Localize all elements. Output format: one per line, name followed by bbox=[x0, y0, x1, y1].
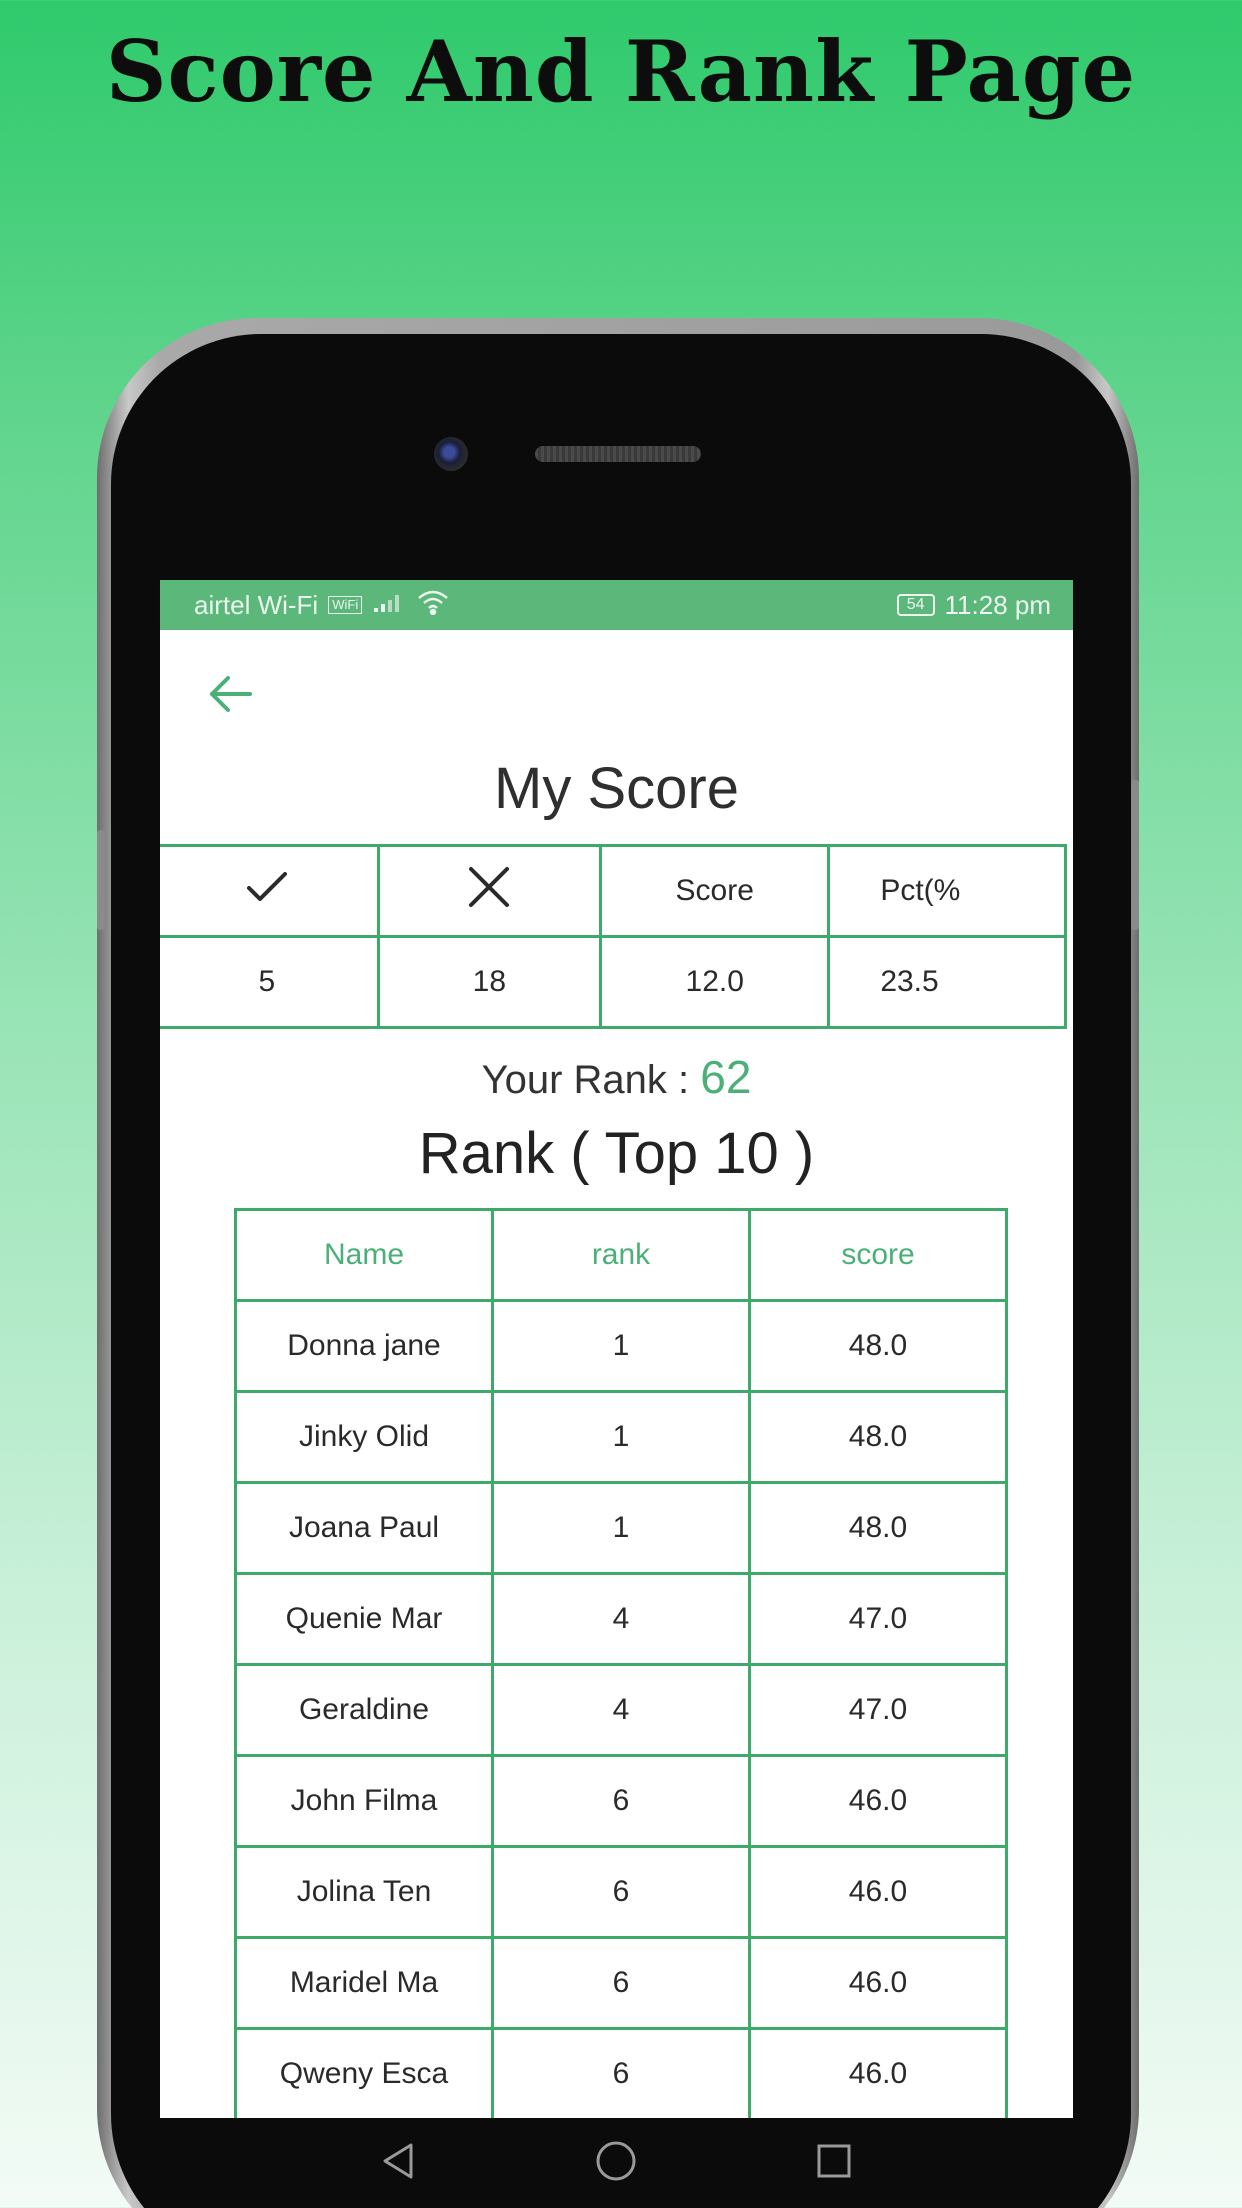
signal-icon bbox=[372, 590, 406, 621]
back-button[interactable] bbox=[204, 670, 256, 722]
row-name: John Filma bbox=[234, 1754, 494, 1848]
wrong-header bbox=[376, 844, 603, 938]
correct-count: 5 bbox=[160, 935, 380, 1029]
earpiece-speaker bbox=[535, 446, 701, 462]
row-score: 46.0 bbox=[748, 1845, 1008, 1939]
row-name: Qweny Esca bbox=[234, 2027, 494, 2118]
column-header-name: Name bbox=[234, 1208, 494, 1302]
row-name: Jolina Ten bbox=[234, 1845, 494, 1939]
row-rank: 1 bbox=[491, 1299, 751, 1393]
pct-value: 23.5 bbox=[827, 935, 1067, 1029]
nav-back-button[interactable] bbox=[369, 2133, 429, 2193]
row-rank: 6 bbox=[491, 1754, 751, 1848]
score-header: Score bbox=[599, 844, 831, 938]
row-name: Quenie Mar bbox=[234, 1572, 494, 1666]
table-row: Quenie Mar 4 47.0 bbox=[234, 1572, 1008, 1666]
wrong-count: 18 bbox=[376, 935, 603, 1029]
row-rank: 1 bbox=[491, 1481, 751, 1575]
status-left: airtel Wi-Fi WiFi bbox=[194, 589, 450, 622]
row-rank: 6 bbox=[491, 1936, 751, 2030]
my-score-title: My Score bbox=[494, 756, 739, 821]
row-score: 46.0 bbox=[748, 2027, 1008, 2118]
wifi-badge: WiFi bbox=[328, 596, 363, 614]
row-rank: 4 bbox=[491, 1663, 751, 1757]
column-header-score: score bbox=[748, 1208, 1008, 1302]
carrier-label: airtel Wi-Fi bbox=[194, 589, 319, 620]
table-row: Jinky Olid 1 48.0 bbox=[234, 1390, 1008, 1484]
status-time: 11:28 pm bbox=[944, 589, 1051, 620]
row-score: 48.0 bbox=[748, 1481, 1008, 1575]
row-score: 46.0 bbox=[748, 1754, 1008, 1848]
pct-header: Pct(% bbox=[827, 844, 1067, 938]
row-score: 47.0 bbox=[748, 1663, 1008, 1757]
row-name: Donna jane bbox=[234, 1299, 494, 1393]
correct-header bbox=[160, 844, 380, 938]
status-right: 54 11:28 pm bbox=[896, 589, 1051, 621]
score-value: 12.0 bbox=[599, 935, 831, 1029]
battery-indicator: 54 bbox=[896, 594, 935, 616]
triangle-back-icon bbox=[379, 2141, 419, 2186]
table-row: Donna jane 1 48.0 bbox=[234, 1299, 1008, 1393]
my-score-table: Score Pct(% 5 18 12.0 23.5 bbox=[160, 844, 1067, 1029]
phone-side-button bbox=[1131, 780, 1139, 930]
wifi-icon bbox=[416, 589, 450, 622]
row-score: 46.0 bbox=[748, 1936, 1008, 2030]
row-score: 47.0 bbox=[748, 1572, 1008, 1666]
row-score: 48.0 bbox=[748, 1390, 1008, 1484]
phone-side-button bbox=[97, 830, 105, 930]
status-bar: airtel Wi-Fi WiFi 54 11:28 pm bbox=[160, 580, 1073, 630]
square-recents-icon bbox=[814, 2141, 854, 2186]
top10-title: Rank ( Top 10 ) bbox=[418, 1121, 815, 1186]
nav-recents-button[interactable] bbox=[804, 2133, 864, 2193]
row-rank: 1 bbox=[491, 1390, 751, 1484]
my-score-header-row: Score Pct(% bbox=[160, 844, 1067, 938]
front-camera bbox=[434, 437, 468, 471]
promo-title: Score And Rank Page bbox=[105, 22, 1137, 121]
app-screen: airtel Wi-Fi WiFi 54 11:28 pm My Score S… bbox=[160, 580, 1073, 2118]
row-name: Maridel Ma bbox=[234, 1936, 494, 2030]
table-row: Geraldine 4 47.0 bbox=[234, 1663, 1008, 1757]
row-rank: 4 bbox=[491, 1572, 751, 1666]
top10-header-row: Name rank score bbox=[234, 1208, 1008, 1302]
table-row: Jolina Ten 6 46.0 bbox=[234, 1845, 1008, 1939]
android-nav-bar bbox=[160, 2118, 1073, 2208]
table-row: John Filma 6 46.0 bbox=[234, 1754, 1008, 1848]
row-name: Geraldine bbox=[234, 1663, 494, 1757]
row-score: 48.0 bbox=[748, 1299, 1008, 1393]
row-rank: 6 bbox=[491, 1845, 751, 1939]
row-name: Joana Paul bbox=[234, 1481, 494, 1575]
column-header-rank: rank bbox=[491, 1208, 751, 1302]
your-rank-value: 62 bbox=[700, 1051, 752, 1103]
table-row: Joana Paul 1 48.0 bbox=[234, 1481, 1008, 1575]
row-rank: 6 bbox=[491, 2027, 751, 2118]
your-rank-label: Your Rank : bbox=[481, 1058, 701, 1102]
table-row: Maridel Ma 6 46.0 bbox=[234, 1936, 1008, 2030]
arrow-left-icon bbox=[206, 674, 254, 719]
top10-table: Name rank score Donna jane 1 48.0 Jinky … bbox=[234, 1208, 1008, 2118]
close-icon bbox=[467, 867, 511, 915]
check-icon bbox=[245, 872, 289, 911]
row-name: Jinky Olid bbox=[234, 1390, 494, 1484]
my-score-value-row: 5 18 12.0 23.5 bbox=[160, 935, 1067, 1029]
table-row: Qweny Esca 6 46.0 bbox=[234, 2027, 1008, 2118]
nav-home-button[interactable] bbox=[586, 2133, 646, 2193]
your-rank: Your Rank : 62 bbox=[160, 1050, 1073, 1104]
circle-home-icon bbox=[594, 2139, 638, 2188]
